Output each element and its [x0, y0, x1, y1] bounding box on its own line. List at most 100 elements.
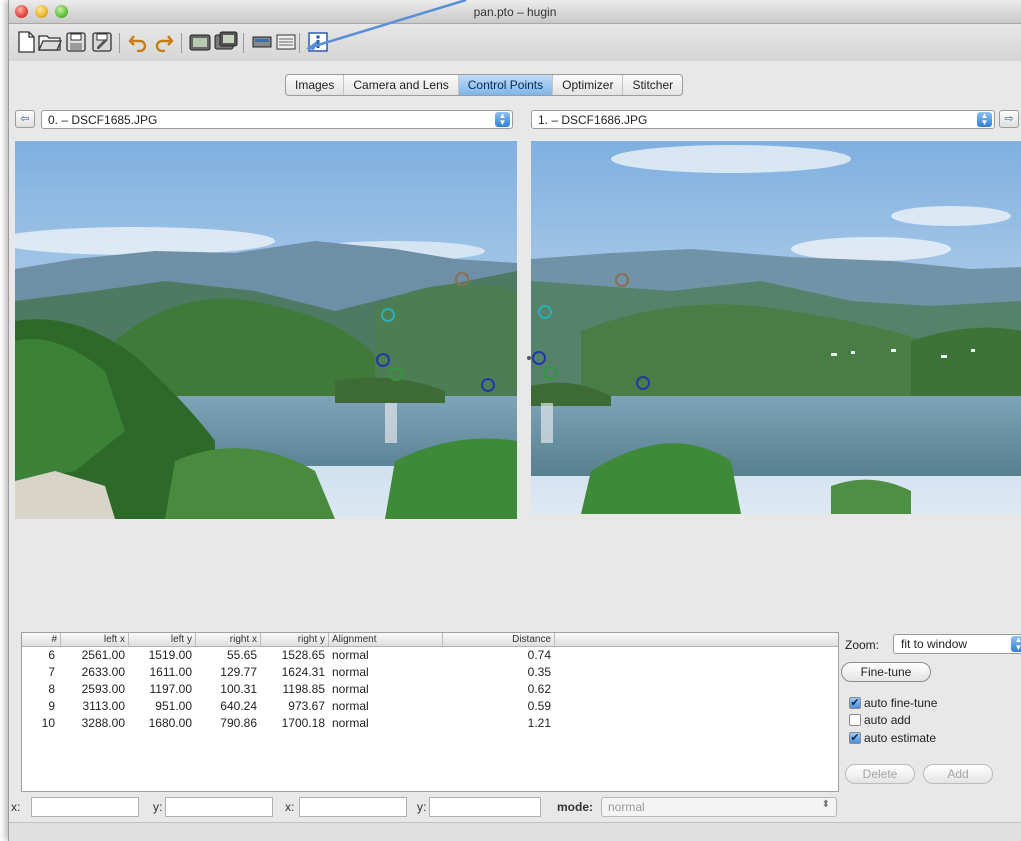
col-header-number[interactable]: #	[22, 633, 61, 646]
table-cell: 1611.00	[149, 665, 193, 679]
table-body: 6 2561.00 1519.00 55.65 1528.65 normal 0.74 7 26…	[22, 647, 838, 732]
tab-camera-and-lens[interactable]: Camera and Lens	[344, 75, 459, 95]
auto-fine-tune-checkbox[interactable]: ✔ auto fine-tune	[849, 696, 937, 710]
table-cell: 640.24	[220, 699, 257, 713]
table-cell: normal	[332, 716, 369, 730]
x1-label: x:	[11, 800, 21, 814]
control-point-marker[interactable]	[455, 272, 469, 286]
table-header: # left x left y right x right y Alignmen…	[22, 633, 838, 647]
right-y-input[interactable]	[429, 797, 541, 817]
table-row[interactable]: 7 2633.00 1611.00 129.77 1624.31 normal 0.35	[22, 664, 838, 681]
table-cell: 2593.00	[81, 682, 125, 696]
col-header-distance[interactable]: Distance	[443, 633, 555, 646]
select-arrows-icon: ⬍	[821, 799, 830, 810]
tab-stitcher[interactable]: Stitcher	[623, 75, 682, 95]
mode-label: mode:	[557, 800, 593, 814]
next-image-button[interactable]: ⇨	[999, 110, 1019, 128]
table-cell: 129.77	[220, 665, 257, 679]
delete-button[interactable]: Delete	[845, 764, 915, 784]
hugin-window: pan.pto – hugin Images Camera and Lens C…	[8, 0, 1021, 841]
fine-tune-button[interactable]: Fine-tune	[841, 662, 931, 682]
right-image-select[interactable]: 1. – DSCF1686.JPG ▲ ▼	[531, 110, 995, 129]
table-cell: normal	[332, 699, 369, 713]
checkbox-checked-icon: ✔	[849, 732, 861, 744]
table-cell: 8	[48, 682, 55, 696]
table-cell: 1700.18	[281, 716, 325, 730]
table-cell: 7	[48, 665, 55, 679]
x2-label: x:	[285, 800, 295, 814]
table-cell: 10	[41, 716, 55, 730]
tab-optimizer[interactable]: Optimizer	[553, 75, 624, 95]
annotation-arrow	[306, 0, 467, 50]
right-x-input[interactable]	[299, 797, 407, 817]
prev-image-button[interactable]: ⇦	[15, 110, 35, 128]
control-point-marker[interactable]	[615, 273, 629, 287]
table-cell: 1.21	[527, 716, 551, 730]
table-cell: 1197.00	[149, 682, 193, 696]
table-cell: 1528.65	[281, 648, 325, 662]
table-cell: 0.74	[527, 648, 551, 662]
table-cell: 2633.00	[81, 665, 125, 679]
checkbox-checked-icon: ✔	[849, 697, 861, 709]
table-cell: 973.67	[288, 699, 325, 713]
control-point-marker[interactable]	[543, 366, 557, 380]
mode-value: normal	[608, 800, 645, 814]
table-cell: 0.62	[527, 682, 551, 696]
table-row[interactable]: 8 2593.00 1197.00 100.31 1198.85 normal 0.62	[22, 681, 838, 698]
right-image-name: 1. – DSCF1686.JPG	[538, 113, 648, 127]
checkbox-unchecked-icon	[849, 714, 861, 726]
auto-estimate-label: auto estimate	[864, 731, 937, 745]
col-header-alignment[interactable]: Alignment	[329, 633, 443, 646]
left-image-view[interactable]	[15, 141, 517, 519]
table-cell: normal	[332, 665, 369, 679]
add-button[interactable]: Add	[923, 764, 993, 784]
tab-control-points[interactable]: Control Points	[458, 75, 554, 95]
zoom-value: fit to window	[901, 637, 968, 651]
zoom-label: Zoom:	[845, 638, 880, 652]
control-point-marker[interactable]	[481, 378, 495, 392]
table-cell: 790.86	[220, 716, 257, 730]
table-cell: 3113.00	[82, 699, 126, 713]
control-point-marker[interactable]	[532, 351, 546, 365]
table-row[interactable]: 6 2561.00 1519.00 55.65 1528.65 normal 0.74	[22, 647, 838, 664]
status-bar	[9, 822, 1021, 841]
auto-estimate-checkbox[interactable]: ✔ auto estimate	[849, 731, 936, 745]
left-x-input[interactable]	[31, 797, 139, 817]
table-cell: 0.59	[527, 699, 551, 713]
table-cell: 6	[48, 648, 55, 662]
table-cell: normal	[332, 648, 369, 662]
table-cell: 2561.00	[81, 648, 125, 662]
table-cell: 1680.00	[148, 716, 192, 730]
col-header-right-y[interactable]: right y	[261, 633, 329, 646]
tab-images[interactable]: Images	[286, 75, 345, 95]
col-header-right-x[interactable]: right x	[196, 633, 261, 646]
y2-label: y:	[417, 800, 427, 814]
col-header-left-y[interactable]: left y	[129, 633, 196, 646]
table-cell: 1198.85	[282, 682, 326, 696]
control-point-marker[interactable]	[376, 353, 390, 367]
right-image-view[interactable]	[531, 141, 1021, 514]
tab-bar: Images Camera and Lens Control Points Op…	[285, 74, 684, 96]
control-point-marker[interactable]	[538, 305, 552, 319]
col-header-left-x[interactable]: left x	[61, 633, 129, 646]
control-point-marker[interactable]	[636, 376, 650, 390]
control-point-marker[interactable]	[389, 367, 403, 381]
left-y-input[interactable]	[165, 797, 273, 817]
zoom-select[interactable]: fit to window ▲ ▼	[893, 634, 1021, 654]
control-points-table[interactable]: # left x left y right x right y Alignmen…	[21, 632, 839, 792]
left-image-select[interactable]: 0. – DSCF1685.JPG ▲ ▼	[41, 110, 513, 129]
splitter-handle[interactable]	[527, 356, 531, 360]
table-cell: 1519.00	[148, 648, 192, 662]
table-cell: 100.31	[220, 682, 257, 696]
mode-select[interactable]: normal ⬍	[601, 797, 837, 817]
right-select-arrows-icon: ▲ ▼	[977, 112, 992, 127]
table-row[interactable]: 10 3288.00 1680.00 790.86 1700.18 normal 1.21	[22, 715, 838, 732]
table-cell: 0.35	[527, 665, 551, 679]
auto-fine-tune-label: auto fine-tune	[864, 696, 938, 710]
auto-add-checkbox[interactable]: auto add	[849, 713, 911, 727]
control-point-marker[interactable]	[381, 308, 395, 322]
auto-add-label: auto add	[864, 713, 911, 727]
table-row[interactable]: 9 3113.00 951.00 640.24 973.67 normal 0.59	[22, 698, 838, 715]
table-cell: 9	[48, 699, 55, 713]
left-image-name: 0. – DSCF1685.JPG	[48, 113, 158, 127]
